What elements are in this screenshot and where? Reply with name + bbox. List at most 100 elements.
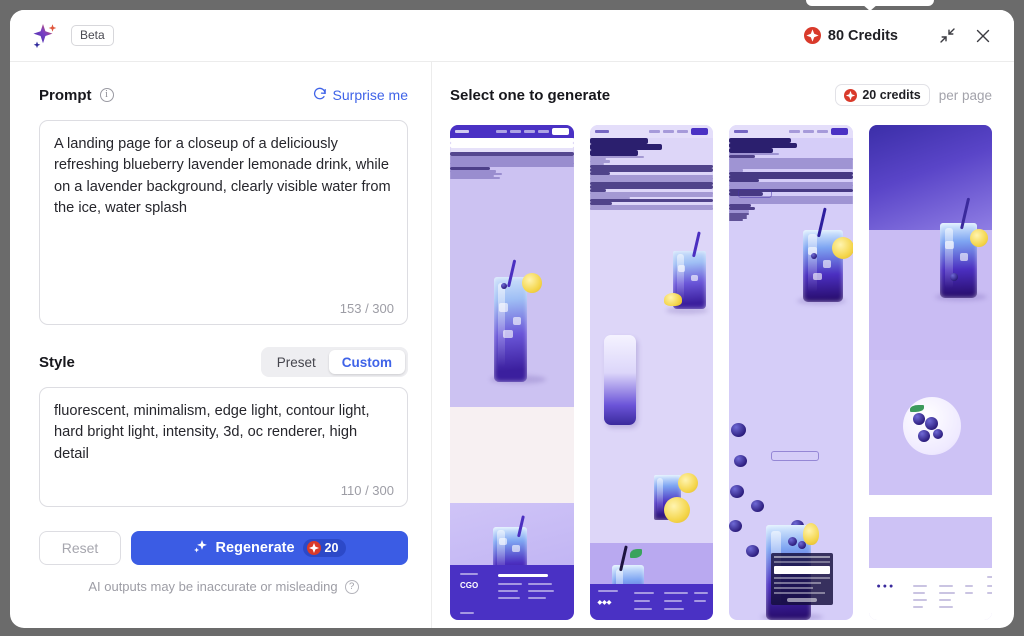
mock-footer-logo: CGO [460,581,479,590]
info-icon[interactable]: i [99,88,114,102]
style-mode-segmented: Preset Custom [260,347,408,377]
regenerate-cost-chip: 20 [302,539,347,557]
mock-footer-link [693,600,706,603]
mock-footer-link [633,600,650,603]
mock-ui-overlay [770,553,833,605]
mock-ice [503,330,514,338]
mock-heading [589,185,713,189]
mock-footer-text [460,611,474,614]
mock-footer-heading [986,576,992,578]
prompt-input[interactable]: A landing page for a closeup of a delici… [39,120,408,325]
mock-logo [594,130,609,133]
mock-ice [511,545,520,552]
prompt-label: Prompt [39,86,92,104]
credits-per-page-value: 20 credits [862,88,921,102]
mock-overlay-row [773,556,830,558]
mock-lemon [969,229,988,247]
mock-ice [690,275,698,281]
mock-navbar [450,125,574,138]
mock-ice [945,241,955,249]
mock-cta-button [738,189,772,198]
mock-footer-link [498,597,520,600]
mock-text [729,167,853,170]
mock-divider-section [868,495,992,517]
sparkle-logo-icon [30,21,60,51]
reset-button[interactable]: Reset [39,531,121,565]
results-header: Select one to generate 20 credits per pa… [450,82,992,108]
variant-thumbnail-1[interactable]: CGO [450,125,574,620]
mock-footer-link [938,592,955,594]
mock-cta-button [770,451,819,461]
surprise-me-label: Surprise me [332,87,408,103]
surprise-me-button[interactable]: Surprise me [313,87,408,104]
mock-footer-text [460,573,478,576]
mock-overlay-button [786,598,817,602]
variant-thumbnail-3[interactable]: ●●● [729,125,853,620]
mock-lemon [803,523,820,545]
mock-overlay-row [773,577,830,579]
variant-thumbnail-2[interactable]: ◆◆◆ [589,125,713,620]
mock-text [450,176,500,180]
mock-overlay-input [773,566,830,574]
mock-berry [729,520,742,532]
mock-footer-link [938,606,953,608]
mock-nav-link [649,130,660,133]
mock-berry [751,500,765,512]
mock-hero [868,125,992,230]
regenerate-button[interactable]: Regenerate 20 [131,531,408,565]
action-row: Reset Regenerate 20 [39,531,408,565]
mock-ice [499,538,508,545]
mock-nav-button [551,128,569,135]
per-page-label: per page [938,87,992,103]
mock-footer-link [986,592,992,594]
help-icon[interactable]: ? [344,579,359,594]
mock-nav-link [509,130,521,133]
tab-custom[interactable]: Custom [328,350,405,374]
mock-footer-link [912,599,927,601]
mock-nav-link [523,130,535,133]
mock-can-image [604,335,637,425]
mock-footer-link [528,597,546,600]
mock-lemon [663,293,682,306]
mock-footer-link [938,585,953,587]
collapse-icon[interactable] [934,23,960,49]
mock-footer: ◆◆◆ [589,584,713,620]
mock-footer-link [633,592,654,595]
mock-berry [917,430,930,442]
prompt-header: Prompt i Surprise me [39,82,408,108]
mock-footer-heading [498,574,548,577]
mock-footer-link [964,585,973,587]
mock-nav-link [537,130,549,133]
credits-display[interactable]: 80 Credits [803,27,898,44]
mock-lemon [831,237,853,259]
mock-ice [812,273,822,280]
mock-nav-button [691,128,708,135]
mock-berry [731,423,747,437]
mock-berry [746,545,760,557]
mock-nav-button [830,128,848,135]
style-value[interactable]: fluorescent, minimalism, edge light, con… [40,388,407,465]
mock-logo [734,130,748,133]
credits-per-page-badge: 20 credits [835,84,930,106]
mock-footer-link [498,583,522,586]
close-icon[interactable] [970,23,996,49]
mock-footer-text [597,590,618,593]
variant-thumbnail-4[interactable]: ●●● [868,125,992,620]
mock-nav-link [816,130,828,133]
mock-footer-link [663,608,684,611]
mock-berry [500,283,507,289]
brand: Beta [30,21,114,51]
variant-grid: CGO ◆◆◆ ●●● [450,125,992,620]
prompt-value[interactable]: A landing page for a closeup of a delici… [40,121,407,220]
results-title: Select one to generate [450,86,611,104]
mock-berry [932,429,943,439]
mock-ice [512,317,521,325]
style-char-counter: 110 / 300 [340,483,394,498]
style-input[interactable]: fluorescent, minimalism, edge light, con… [39,387,408,507]
mock-ice [678,265,686,272]
mock-nav-link [802,130,814,133]
mock-footer-link [663,600,682,603]
mock-berry [912,413,925,425]
tab-preset[interactable]: Preset [264,350,329,374]
mock-navbar [729,125,853,138]
